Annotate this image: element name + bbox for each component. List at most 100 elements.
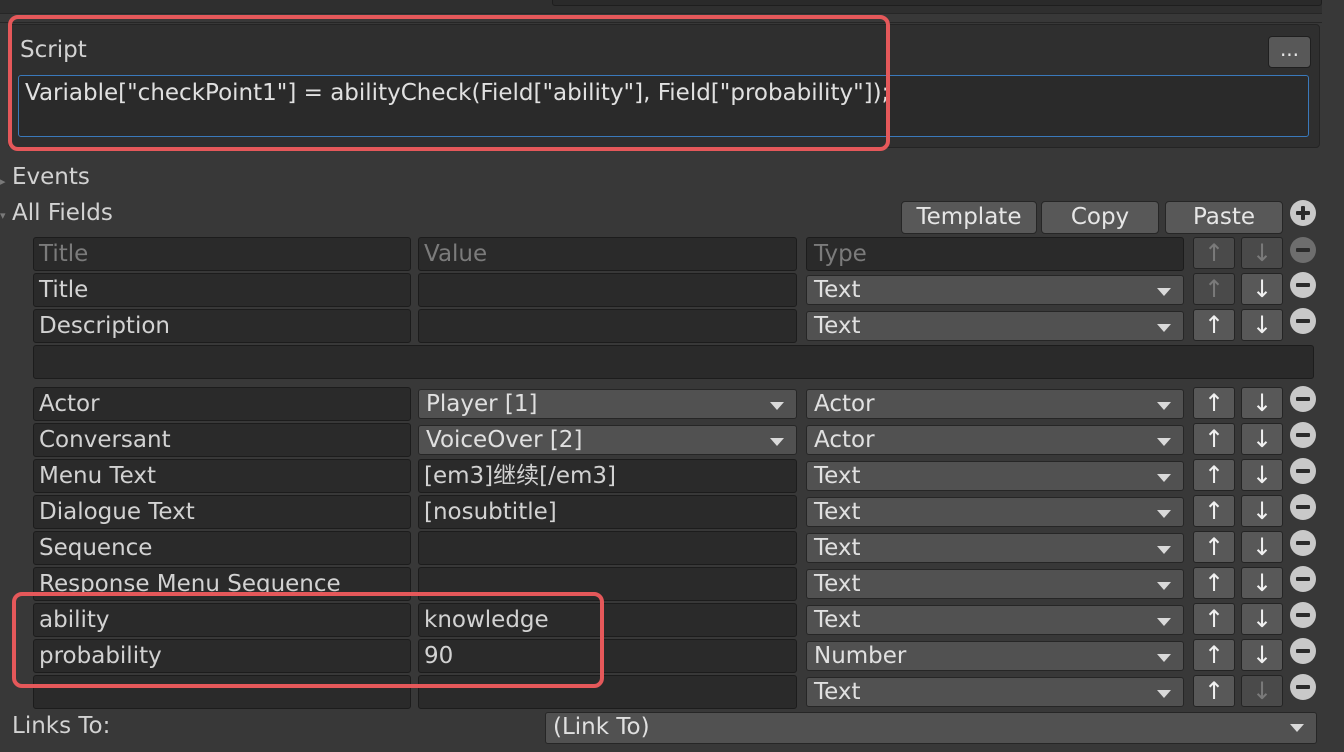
field-type-dropdown[interactable]: Text [806,275,1184,305]
field-title-cell[interactable] [33,675,411,709]
all-fields-foldout[interactable]: All Fields [12,200,113,226]
all-fields-foldout-arrow-icon[interactable]: ▾ [0,209,6,222]
field-title-cell[interactable]: Sequence [33,531,411,565]
field-value-cell[interactable]: knowledge [418,603,797,637]
field-title-cell[interactable]: Response Menu Sequence [33,567,411,601]
remove-field-icon[interactable] [1290,272,1316,298]
field-type-dropdown[interactable]: Actor [806,389,1184,419]
remove-field-icon[interactable] [1290,458,1316,484]
field-type-label: Actor [814,391,875,417]
field-value-dropdown[interactable]: Player [1] [418,389,797,419]
field-value-cell[interactable] [418,675,797,709]
field-type-dropdown[interactable]: Text [806,605,1184,635]
chevron-down-icon [770,402,784,410]
move-down-button[interactable]: ↓ [1241,387,1283,419]
script-more-button[interactable]: ... [1268,36,1311,68]
chevron-down-icon [1157,324,1171,332]
field-type-dropdown[interactable]: Actor [806,425,1184,455]
remove-field-icon[interactable] [1290,386,1316,412]
remove-field-icon[interactable] [1290,308,1316,334]
move-up-button[interactable]: ↑ [1193,495,1235,527]
move-up-button[interactable]: ↑ [1193,603,1235,635]
field-value-cell[interactable] [418,309,797,343]
template-button[interactable]: Template [901,201,1037,234]
remove-field-icon[interactable] [1290,494,1316,520]
field-title-cell[interactable]: Actor [33,387,411,421]
script-code-field[interactable]: Variable["checkPoint1"] = abilityCheck(F… [18,75,1309,137]
field-value-cell[interactable] [418,567,797,601]
move-up-button[interactable]: ↑ [1193,531,1235,563]
move-down-button[interactable]: ↓ [1241,309,1283,341]
links-to-label: Links To: [12,713,111,739]
chevron-down-icon [1157,582,1171,590]
move-down-button[interactable]: ↓ [1241,531,1283,563]
move-down-button[interactable]: ↓ [1241,423,1283,455]
move-down-button[interactable]: ↓ [1241,639,1283,671]
field-value-cell[interactable]: [em3]继续[/em3] [418,459,797,493]
move-up-button: ↑ [1193,273,1235,305]
paste-button[interactable]: Paste [1165,201,1283,234]
move-down-button[interactable]: ↓ [1241,567,1283,599]
field-type-label: Text [814,277,861,303]
chevron-down-icon [1290,724,1304,732]
field-type-dropdown[interactable]: Text [806,569,1184,599]
move-up-button[interactable]: ↑ [1193,675,1235,707]
remove-field-icon[interactable] [1290,602,1316,628]
remove-header-icon [1290,237,1316,263]
move-up-button[interactable]: ↑ [1193,567,1235,599]
field-type-dropdown[interactable]: Text [806,497,1184,527]
field-type-dropdown[interactable]: Number [806,641,1184,671]
move-up-button[interactable]: ↑ [1193,387,1235,419]
field-value-label: VoiceOver [2] [426,427,583,453]
move-down-button[interactable]: ↓ [1241,495,1283,527]
field-title-cell[interactable]: Description [33,309,411,343]
chevron-down-icon [1157,654,1171,662]
field-value-cell[interactable]: 90 [418,639,797,673]
field-title-cell[interactable]: Menu Text [33,459,411,493]
move-down-button[interactable]: ↓ [1241,603,1283,635]
events-foldout[interactable]: Events [12,164,90,190]
move-down-button[interactable]: ↓ [1241,273,1283,305]
remove-field-icon[interactable] [1290,530,1316,556]
field-title-cell[interactable]: Conversant [33,423,411,457]
add-field-icon[interactable] [1290,200,1316,226]
type-column-header: Type [806,237,1184,271]
chevron-down-icon [1157,288,1171,296]
field-value-cell[interactable] [418,531,797,565]
field-title-cell[interactable]: probability [33,639,411,673]
chevron-down-icon [1157,438,1171,446]
chevron-down-icon [1157,474,1171,482]
field-value-cell[interactable] [418,273,797,307]
field-type-label: Text [814,679,861,705]
move-up-button[interactable]: ↑ [1193,639,1235,671]
field-title-cell[interactable]: Title [33,273,411,307]
field-type-dropdown[interactable]: Text [806,677,1184,707]
field-type-label: Text [814,499,861,525]
remove-field-icon[interactable] [1290,422,1316,448]
move-up-button[interactable]: ↑ [1193,459,1235,491]
move-down-button[interactable]: ↓ [1241,459,1283,491]
links-to-dropdown[interactable]: (Link To) [545,712,1317,744]
move-up-button-disabled: ↑ [1193,237,1235,269]
field-title-cell[interactable]: Dialogue Text [33,495,411,529]
move-up-button[interactable]: ↑ [1193,309,1235,341]
move-down-button: ↓ [1241,675,1283,707]
move-up-button[interactable]: ↑ [1193,423,1235,455]
field-type-dropdown[interactable]: Text [806,533,1184,563]
previous-field[interactable] [552,0,1322,6]
events-foldout-arrow-icon[interactable]: ▸ [0,175,6,188]
field-value-cell[interactable]: [nosubtitle] [418,495,797,529]
remove-field-icon[interactable] [1290,638,1316,664]
field-title-cell[interactable]: ability [33,603,411,637]
chevron-down-icon [1157,690,1171,698]
move-down-button-disabled: ↓ [1241,237,1283,269]
field-value-dropdown[interactable]: VoiceOver [2] [418,425,797,455]
remove-field-icon[interactable] [1290,674,1316,700]
chevron-down-icon [1157,618,1171,626]
value-column-header: Value [418,237,797,271]
remove-field-icon[interactable] [1290,566,1316,592]
copy-button[interactable]: Copy [1041,201,1159,234]
field-type-dropdown[interactable]: Text [806,311,1184,341]
description-text-area[interactable] [33,345,1314,379]
field-type-dropdown[interactable]: Text [806,461,1184,491]
